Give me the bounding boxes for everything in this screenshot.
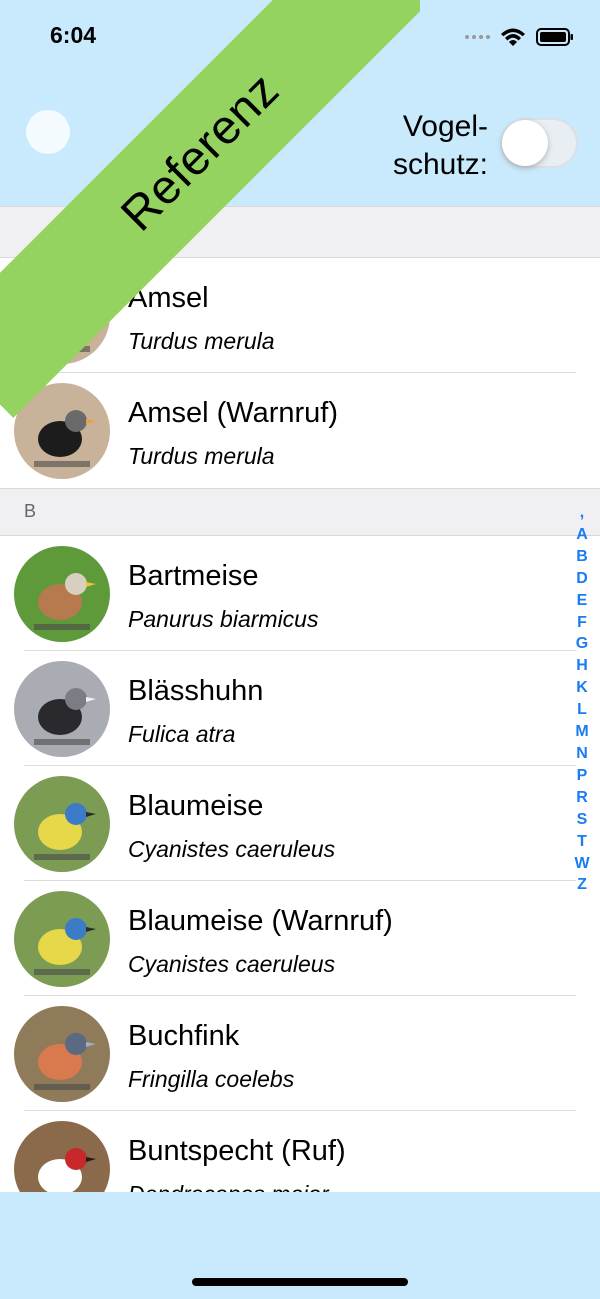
index-letter[interactable]: S (570, 809, 594, 831)
toggle-knob (502, 120, 548, 166)
index-letter[interactable]: L (570, 699, 594, 721)
bearded-reedling-photo (14, 546, 110, 642)
bird-name: Amsel (128, 282, 209, 314)
index-letter[interactable]: B (570, 546, 594, 568)
alphabet-index[interactable]: ,ABDEFGHKLMNPRSTWZ (570, 502, 594, 896)
bird-name: Buntspecht (Ruf) (128, 1135, 346, 1167)
section-header: B (0, 488, 600, 536)
index-letter[interactable]: M (570, 721, 594, 743)
index-letter[interactable]: D (570, 568, 594, 590)
index-letter[interactable]: H (570, 655, 594, 677)
list-item[interactable]: Blaumeise (Warnruf) Cyanistes caeruleus (0, 881, 576, 996)
blackbird-photo (14, 268, 110, 364)
list-item[interactable]: Blaumeise Cyanistes caeruleus (0, 766, 576, 881)
list-item[interactable]: Amsel (Warnruf) Turdus merula (0, 373, 576, 488)
index-letter[interactable]: R (570, 787, 594, 809)
index-letter[interactable]: Z (570, 874, 594, 896)
bird-name: Buchfink (128, 1020, 240, 1052)
menu-button[interactable] (26, 110, 70, 154)
section-header-top (0, 206, 600, 258)
blue-tit-photo (14, 891, 110, 987)
bird-name: Amsel (Warnruf) (128, 397, 338, 429)
index-letter[interactable]: T (570, 831, 594, 853)
home-indicator[interactable] (192, 1278, 408, 1286)
vogelschutz-label-line1: Vogel- (402, 110, 488, 143)
bird-latin-name: Panurus biarmicus (128, 606, 319, 632)
list-item[interactable]: Buchfink Fringilla coelebs (0, 996, 576, 1111)
list-item[interactable]: Bartmeise Panurus biarmicus (0, 536, 576, 651)
bird-latin-name: Turdus merula (128, 443, 275, 469)
list-item[interactable]: Amsel Turdus merula (0, 258, 576, 373)
wifi-icon (500, 27, 526, 47)
status-icons (465, 26, 574, 48)
blackbird-photo (14, 383, 110, 479)
bird-latin-name: Cyanistes caeruleus (128, 836, 336, 862)
index-letter[interactable]: P (570, 765, 594, 787)
bottom-bar (0, 1192, 600, 1299)
header-bar: 6:04 Vogel- schutz: (0, 0, 600, 206)
bird-latin-name: Cyanistes caeruleus (128, 951, 336, 977)
section-letter: B (24, 501, 37, 521)
bird-latin-name: Fringilla coelebs (128, 1066, 295, 1092)
battery-icon (536, 27, 574, 47)
index-letter[interactable]: , (570, 502, 594, 524)
index-letter[interactable]: E (570, 590, 594, 612)
bird-latin-name: Fulica atra (128, 721, 236, 747)
vogelschutz-label-line2: schutz: (392, 148, 488, 181)
bird-name: Blaumeise (128, 790, 264, 822)
bird-name: Blaumeise (Warnruf) (128, 905, 393, 937)
index-letter[interactable]: G (570, 633, 594, 655)
vogelschutz-label: Vogel- schutz: (393, 108, 488, 184)
list-item[interactable]: Blässhuhn Fulica atra (0, 651, 576, 766)
chaffinch-photo (14, 1006, 110, 1102)
status-time: 6:04 (50, 22, 97, 48)
index-letter[interactable]: A (570, 524, 594, 546)
coot-photo (14, 661, 110, 757)
bird-name: Blässhuhn (128, 675, 264, 707)
blue-tit-photo (14, 776, 110, 872)
bird-latin-name: Turdus merula (128, 328, 275, 354)
signal-icon (465, 35, 490, 39)
vogelschutz-toggle[interactable] (500, 118, 578, 168)
index-letter[interactable]: F (570, 612, 594, 634)
index-letter[interactable]: N (570, 743, 594, 765)
index-letter[interactable]: K (570, 677, 594, 699)
bird-name: Bartmeise (128, 560, 259, 592)
index-letter[interactable]: W (570, 853, 594, 875)
